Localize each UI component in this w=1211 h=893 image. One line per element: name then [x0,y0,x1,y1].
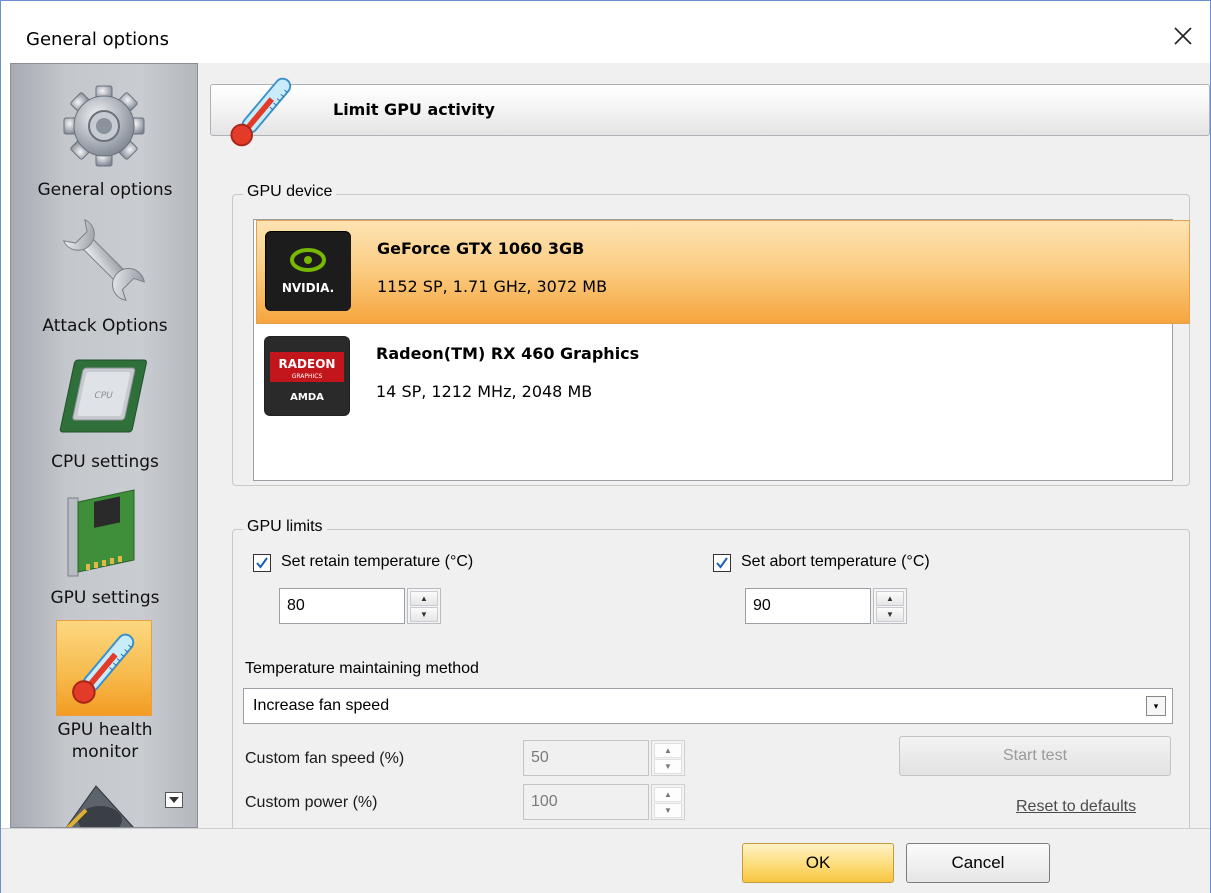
nvidia-logo-icon: NVIDIA. [265,231,351,311]
sidebar-item-label: GPU settings [50,588,160,608]
abort-temperature-spinner[interactable]: ▲ ▼ [873,588,907,624]
main-panel: Limit GPU activity GPU device NVIDIA. Ge… [198,63,1210,849]
sidebar-item-label-line1: GPU health [57,720,153,740]
power-label: Custom power (%) [245,794,378,811]
header-title: Limit GPU activity [333,100,495,119]
svg-text:NVIDIA.: NVIDIA. [282,281,334,295]
retain-temperature-input[interactable]: 80 [279,588,405,624]
speaker-icon [56,780,152,827]
sidebar-item-label: CPU settings [51,452,159,472]
gpu-limits-group: GPU limits Set retain temperature (°C) 8… [232,518,1190,849]
svg-text:CPU: CPU [93,391,113,401]
retain-temperature-checkbox[interactable] [253,554,271,572]
gpu-device-item-nvidia[interactable]: NVIDIA. GeForce GTX 1060 3GB 1152 SP, 1.… [256,220,1190,324]
title-bar: General options [1,1,1210,63]
method-value: Increase fan speed [253,697,390,714]
gpu-device-spec: 1152 SP, 1.71 GHz, 3072 MB [377,277,608,296]
gpu-device-item-radeon[interactable]: RADEON GRAPHICS AMDA Radeon(TM) RX 460 G… [256,326,1190,430]
wrench-icon [56,212,152,308]
sidebar-item-gpu-settings[interactable]: GPU settings [11,472,197,608]
sidebar-item-label-line2: monitor [71,742,139,762]
sidebar-item-label: General options [37,180,173,200]
svg-text:GRAPHICS: GRAPHICS [292,373,323,380]
window-title: General options [26,29,169,50]
gpu-device-name: GeForce GTX 1060 3GB [377,239,585,258]
method-select[interactable]: Increase fan speed ▾ [243,688,1173,724]
gpu-device-spec: 14 SP, 1212 MHz, 2048 MB [376,382,593,401]
chevron-down-icon[interactable]: ▾ [1146,696,1166,716]
svg-text:AMDA: AMDA [290,392,324,403]
header-thermometer-icon [216,67,306,157]
sidebar-item-cpu-settings[interactable]: CPU CPU settings [11,336,197,472]
gpu-device-legend: GPU device [243,183,337,201]
fan-speed-spinner[interactable]: ▲ ▼ [651,740,685,776]
power-input[interactable]: 100 [523,784,649,820]
sidebar-item-gpu-health-monitor[interactable]: GPU health monitor [11,608,197,768]
sidebar-item-attack-options[interactable]: Attack Options [11,200,197,336]
abort-temperature-input[interactable]: 90 [745,588,871,624]
gpu-device-list[interactable]: NVIDIA. GeForce GTX 1060 3GB 1152 SP, 1.… [253,219,1190,481]
limit-gpu-activity-header: Limit GPU activity [210,84,1210,136]
fan-speed-input[interactable]: 50 [523,740,649,776]
power-spinner[interactable]: ▲ ▼ [651,784,685,820]
sidebar: General options Attack Options CPU CPU s… [10,63,198,828]
gpu-limits-legend: GPU limits [243,518,327,536]
reset-defaults-link[interactable]: Reset to defaults [1016,798,1136,816]
cpu-chip-icon: CPU [56,346,152,442]
general-options-dialog: General options General options Attack O… [0,0,1211,893]
method-label: Temperature maintaining method [245,660,479,677]
ok-button[interactable]: OK [742,843,894,883]
scroll-down-icon[interactable] [165,792,183,808]
fan-speed-label: Custom fan speed (%) [245,750,405,767]
radeon-logo-icon: RADEON GRAPHICS AMDA [264,336,350,416]
sidebar-item-general-options[interactable]: General options [11,64,197,200]
cancel-button[interactable]: Cancel [906,843,1050,883]
thermometer-icon [56,620,152,716]
abort-temperature-label: Set abort temperature (°C) [741,553,930,570]
dialog-footer: OK Cancel [1,828,1210,893]
gpu-device-group: GPU device NVIDIA. GeForce GTX 1060 3GB … [232,183,1190,486]
retain-temperature-spinner[interactable]: ▲ ▼ [407,588,441,624]
start-test-button[interactable]: Start test [899,736,1171,776]
retain-temperature-label: Set retain temperature (°C) [281,553,474,570]
sidebar-item-label: Attack Options [42,316,168,336]
close-icon[interactable] [1166,19,1200,53]
abort-temperature-checkbox[interactable] [713,554,731,572]
gpu-device-name: Radeon(TM) RX 460 Graphics [376,344,640,363]
svg-text:RADEON: RADEON [279,357,336,371]
gear-icon [56,78,152,174]
gpu-card-icon [56,486,152,582]
